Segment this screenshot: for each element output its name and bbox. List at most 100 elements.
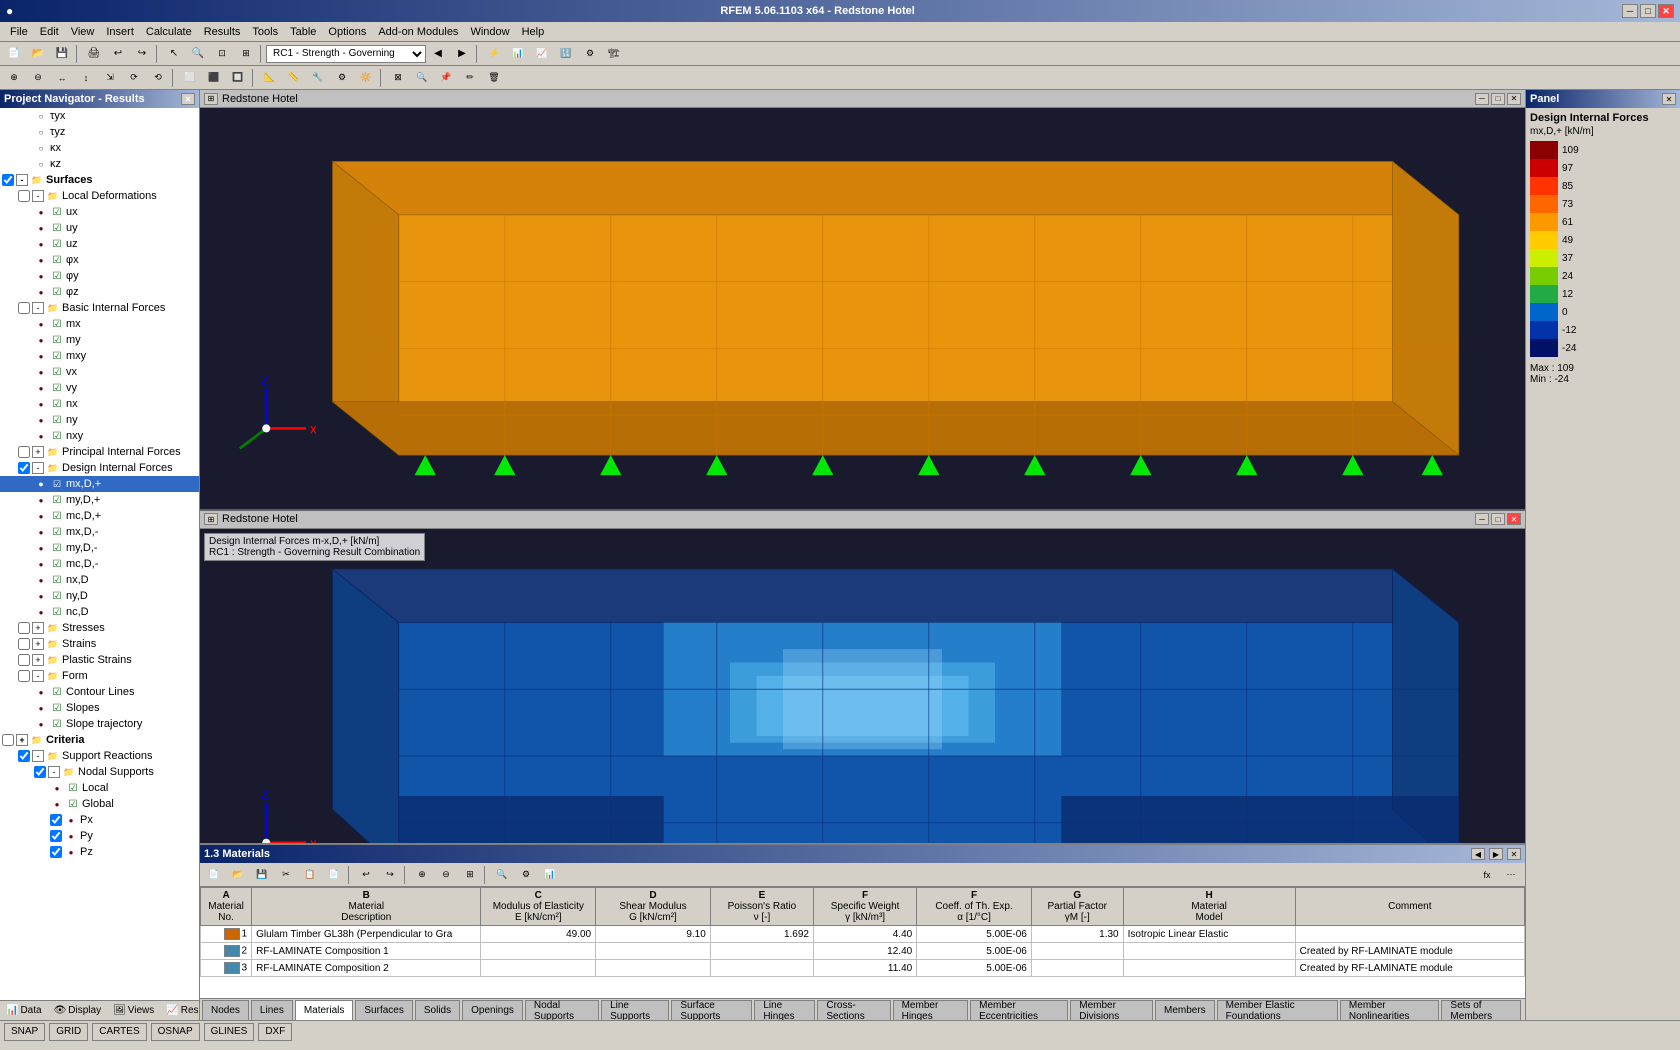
t2-18[interactable]: 📌 bbox=[435, 68, 457, 88]
expand-form[interactable]: - bbox=[32, 670, 44, 682]
menu-table[interactable]: Table bbox=[284, 24, 322, 40]
zoom-window-btn[interactable]: ⊡ bbox=[211, 44, 233, 64]
t2-5[interactable]: ⇲ bbox=[99, 68, 121, 88]
tree-item-local-deformations[interactable]: - 📁 Local Deformations bbox=[0, 188, 199, 204]
tree-item-slopes[interactable]: ● ☑ Slopes bbox=[0, 700, 199, 716]
zoom-btn[interactable]: 🔍 bbox=[187, 44, 209, 64]
t2-2[interactable]: ⊖ bbox=[27, 68, 49, 88]
table-tb5[interactable]: 📋 bbox=[299, 865, 321, 885]
status-osnap-btn[interactable]: OSNAP bbox=[151, 1023, 200, 1041]
tree-item-support-reactions[interactable]: - 📁 Support Reactions bbox=[0, 748, 199, 764]
cb-py[interactable] bbox=[50, 830, 62, 842]
status-snap-btn[interactable]: SNAP bbox=[4, 1023, 45, 1041]
tb7[interactable]: ⚡ bbox=[483, 44, 505, 64]
cb-pz[interactable] bbox=[50, 846, 62, 858]
tree-item-nxd[interactable]: ● ☑ nx,D bbox=[0, 572, 199, 588]
cb-form[interactable] bbox=[18, 670, 30, 682]
table-tb3[interactable]: 💾 bbox=[251, 865, 273, 885]
table-tb12[interactable]: 🔍 bbox=[491, 865, 513, 885]
cb-strains[interactable] bbox=[18, 638, 30, 650]
t2-3[interactable]: ↔ bbox=[51, 68, 73, 88]
tree-item-vy[interactable]: ● ☑ vy bbox=[0, 380, 199, 396]
status-grid-btn[interactable]: GRID bbox=[49, 1023, 88, 1041]
tb11[interactable]: ⚙ bbox=[579, 44, 601, 64]
tb10[interactable]: 🔢 bbox=[555, 44, 577, 64]
t2-1[interactable]: ⊕ bbox=[3, 68, 25, 88]
t2-16[interactable]: ⊠ bbox=[387, 68, 409, 88]
tree-item-uy[interactable]: ● ☑ uy bbox=[0, 220, 199, 236]
status-glines-btn[interactable]: GLINES bbox=[204, 1023, 255, 1041]
tree-item-mxdp[interactable]: ● ☑ mx,D,+ bbox=[0, 476, 199, 492]
tree-item-mydm[interactable]: ● ☑ my,D,- bbox=[0, 540, 199, 556]
tree-item-tyx[interactable]: ○ τyx bbox=[0, 108, 199, 124]
tree-item-tyz[interactable]: ○ τyz bbox=[0, 124, 199, 140]
table-close-btn[interactable]: ✕ bbox=[1507, 848, 1521, 860]
cb-surfaces[interactable] bbox=[2, 174, 14, 186]
menu-results[interactable]: Results bbox=[198, 24, 247, 40]
view-bottom-min-btn[interactable]: ─ bbox=[1475, 513, 1489, 525]
maximize-button[interactable]: □ bbox=[1640, 4, 1656, 18]
tb9[interactable]: 📈 bbox=[531, 44, 553, 64]
table-tb10[interactable]: ⊖ bbox=[435, 865, 457, 885]
tree-item-criteria[interactable]: + 📁 Criteria bbox=[0, 732, 199, 748]
cb-px[interactable] bbox=[50, 814, 62, 826]
open-btn[interactable]: 📂 bbox=[27, 44, 49, 64]
t2-8[interactable]: ⬜ bbox=[179, 68, 201, 88]
tree-item-vx[interactable]: ● ☑ vx bbox=[0, 364, 199, 380]
table-tb15[interactable]: ⋯ bbox=[1500, 865, 1522, 885]
expand-surfaces[interactable]: - bbox=[16, 174, 28, 186]
t2-19[interactable]: ✏ bbox=[459, 68, 481, 88]
table-tb8[interactable]: ↪ bbox=[379, 865, 401, 885]
nav-tab-display[interactable]: 👁 Display bbox=[48, 1003, 108, 1018]
undo-btn[interactable]: ↩ bbox=[107, 44, 129, 64]
cb-principal-if[interactable] bbox=[18, 446, 30, 458]
view-bottom-close-btn[interactable]: ✕ bbox=[1507, 513, 1521, 525]
t2-15[interactable]: 🔆 bbox=[355, 68, 377, 88]
minimize-button[interactable]: ─ bbox=[1622, 4, 1638, 18]
expand-support-reactions[interactable]: - bbox=[32, 750, 44, 762]
expand-basic-if[interactable]: - bbox=[32, 302, 44, 314]
expand-design-if[interactable]: - bbox=[32, 462, 44, 474]
rc-dropdown[interactable]: RC1 - Strength - Governing bbox=[266, 45, 426, 63]
menu-calculate[interactable]: Calculate bbox=[140, 24, 198, 40]
tab-cross-sections[interactable]: Cross-Sections bbox=[817, 1000, 890, 1020]
tree-item-plastic-strains[interactable]: + 📁 Plastic Strains bbox=[0, 652, 199, 668]
tree-item-principal-if[interactable]: + 📁 Principal Internal Forces bbox=[0, 444, 199, 460]
table-tb4[interactable]: ✂ bbox=[275, 865, 297, 885]
menu-file[interactable]: File bbox=[4, 24, 34, 40]
t2-20[interactable]: 🗑 bbox=[483, 68, 505, 88]
menu-insert[interactable]: Insert bbox=[100, 24, 140, 40]
nav-tab-results[interactable]: 📈 Results bbox=[160, 1003, 200, 1018]
tree-item-my[interactable]: ● ☑ my bbox=[0, 332, 199, 348]
status-dxf-btn[interactable]: DXF bbox=[258, 1023, 292, 1041]
nav-tab-views[interactable]: 🖼 Views bbox=[107, 1003, 160, 1018]
table-tb2[interactable]: 📂 bbox=[227, 865, 249, 885]
tree-item-basic-if[interactable]: - 📁 Basic Internal Forces bbox=[0, 300, 199, 316]
tab-surfaces[interactable]: Surfaces bbox=[355, 1000, 412, 1020]
tree-item-form[interactable]: - 📁 Form bbox=[0, 668, 199, 684]
table-tb13[interactable]: ⚙ bbox=[515, 865, 537, 885]
tree-item-uz[interactable]: ● ☑ uz bbox=[0, 236, 199, 252]
view-top-max-btn[interactable]: □ bbox=[1491, 93, 1505, 105]
tree-item-nx[interactable]: ● ☑ nx bbox=[0, 396, 199, 412]
tab-nodal-supports[interactable]: Nodal Supports bbox=[525, 1000, 599, 1020]
t2-13[interactable]: 🔧 bbox=[307, 68, 329, 88]
table-scroll-right[interactable]: ▶ bbox=[1489, 848, 1503, 860]
view-bottom-nav-btn[interactable]: ⊞ bbox=[204, 513, 218, 525]
expand-local-def[interactable]: - bbox=[32, 190, 44, 202]
cb-design-if[interactable] bbox=[18, 462, 30, 474]
tree-item-stresses[interactable]: + 📁 Stresses bbox=[0, 620, 199, 636]
table-tb6[interactable]: 📄 bbox=[323, 865, 345, 885]
t2-10[interactable]: 🔲 bbox=[227, 68, 249, 88]
view-top-min-btn[interactable]: ─ bbox=[1475, 93, 1489, 105]
menu-view[interactable]: View bbox=[65, 24, 101, 40]
table-formula-btn[interactable]: fx bbox=[1476, 865, 1498, 885]
tree-item-mxdm[interactable]: ● ☑ mx,D,- bbox=[0, 524, 199, 540]
status-cartes-btn[interactable]: CARTES bbox=[92, 1023, 146, 1041]
table-tb14[interactable]: 📊 bbox=[539, 865, 561, 885]
cb-basic-if[interactable] bbox=[18, 302, 30, 314]
tree-item-slope-traj[interactable]: ● ☑ Slope trajectory bbox=[0, 716, 199, 732]
menu-options[interactable]: Options bbox=[322, 24, 372, 40]
tab-members[interactable]: Members bbox=[1155, 1000, 1215, 1020]
t2-4[interactable]: ↕ bbox=[75, 68, 97, 88]
